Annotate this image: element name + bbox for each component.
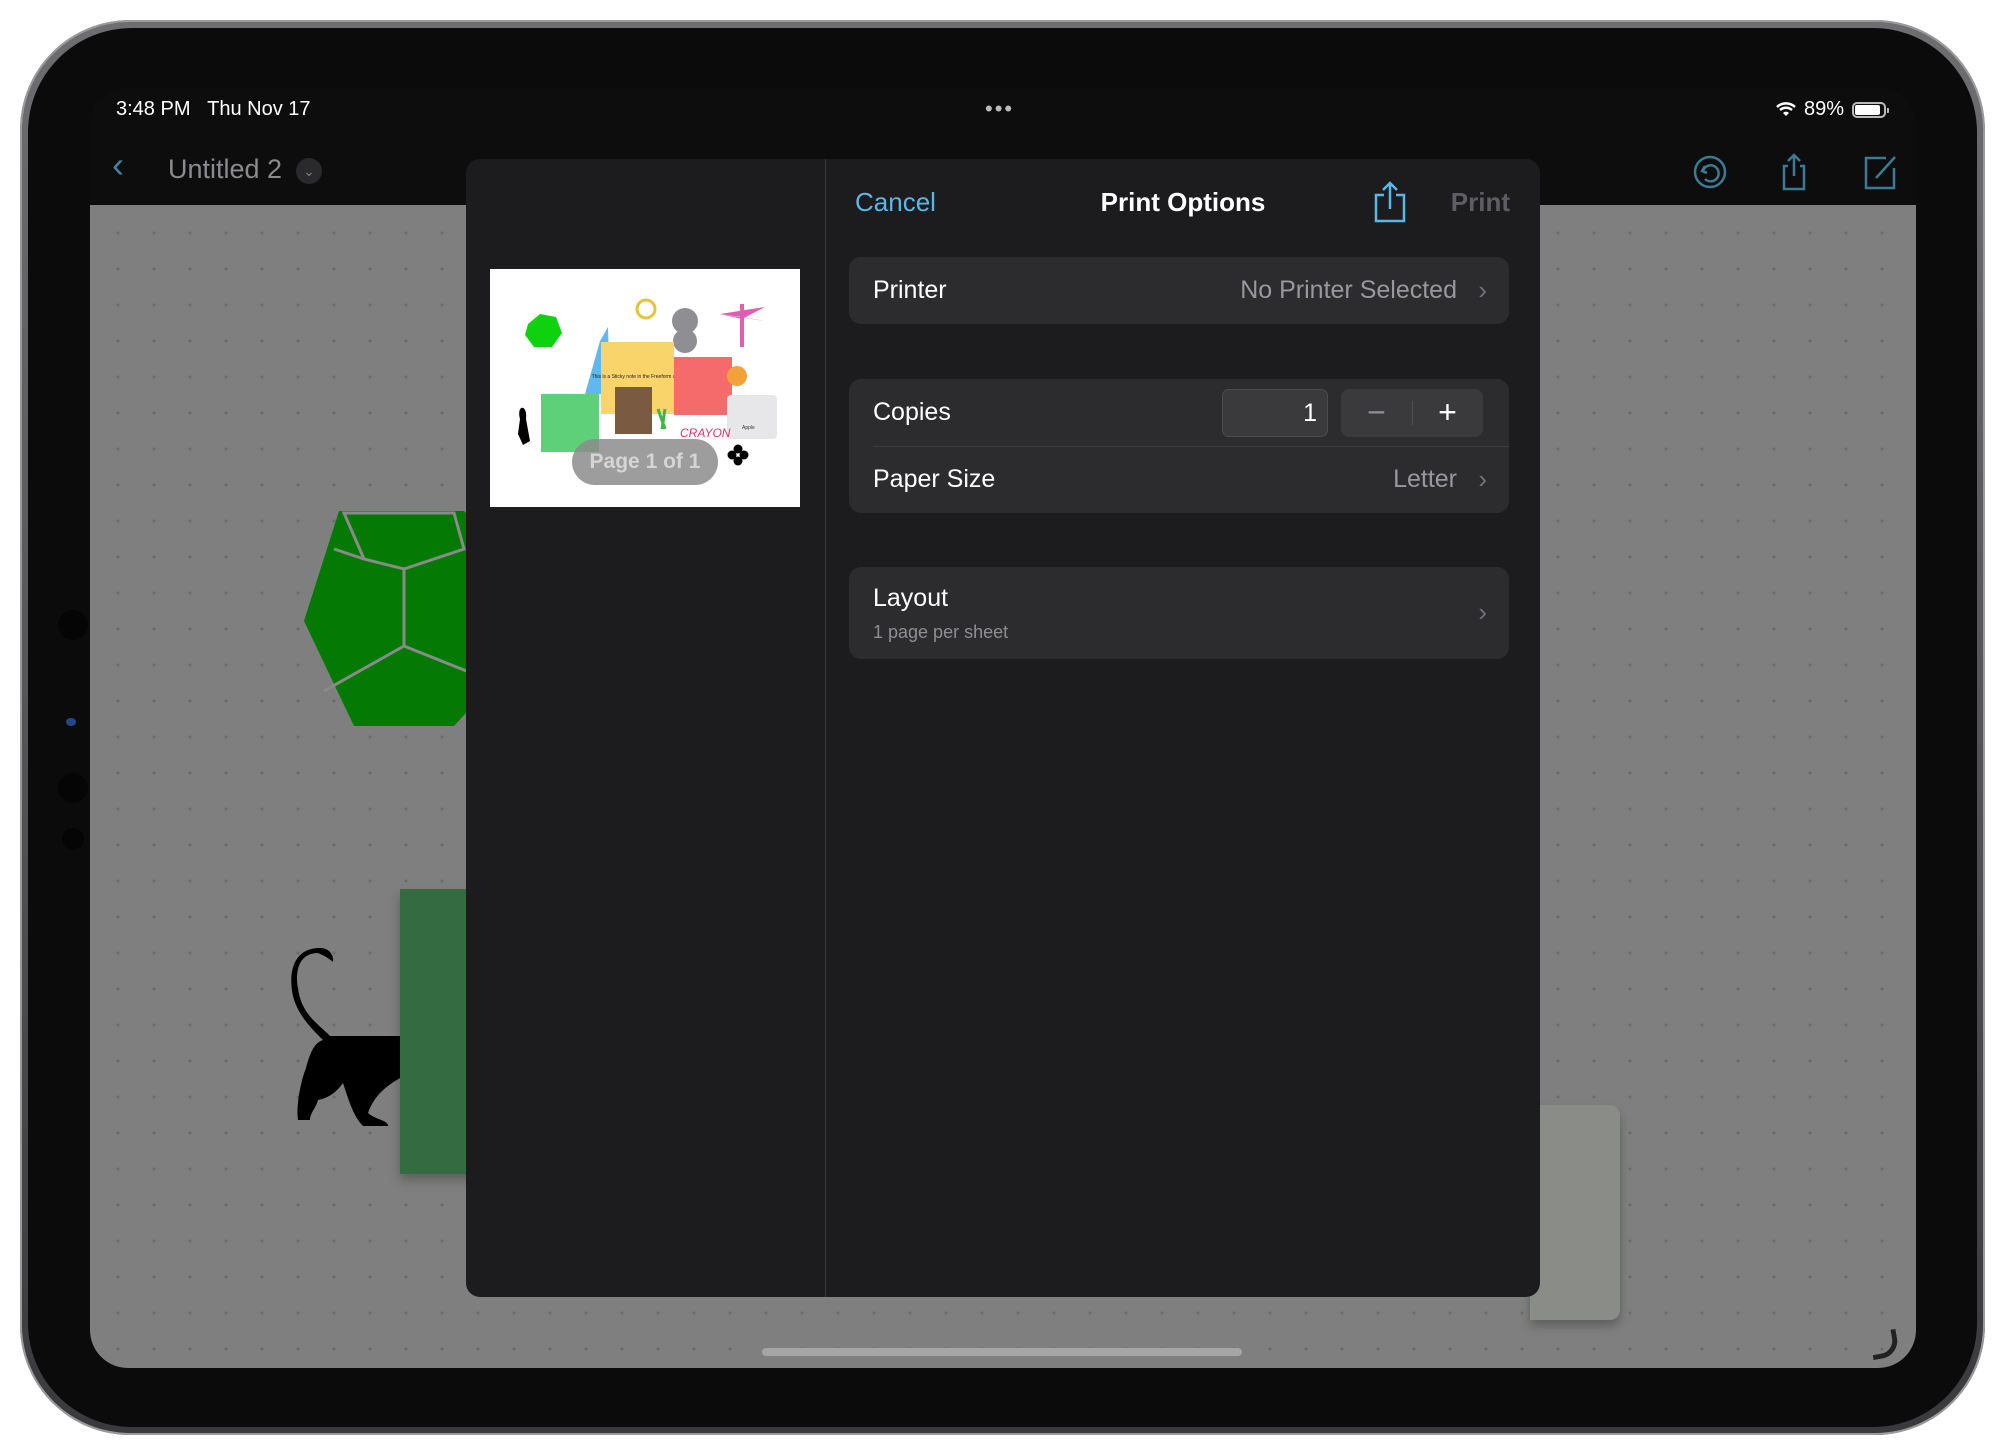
status-right: 89% xyxy=(1776,98,1889,121)
layout-group: Layout 1 page per sheet › xyxy=(849,567,1509,659)
dialog-title: Print Options xyxy=(1100,187,1266,217)
camera-indicator xyxy=(66,718,76,726)
compose-icon[interactable] xyxy=(1860,152,1900,192)
print-options-dialog: This is a Sticky note in the Freeform ap… xyxy=(466,159,1540,1297)
preview-link-title: Apple xyxy=(742,425,755,431)
printer-value: No Printer Selected xyxy=(1240,276,1457,304)
copies-paper-group: Copies 1 − + Paper Size Letter › xyxy=(849,379,1509,513)
home-indicator[interactable] xyxy=(762,1348,1242,1356)
layout-label: Layout xyxy=(873,584,949,612)
document-title[interactable]: Untitled 2 xyxy=(168,154,282,185)
layout-row[interactable]: Layout 1 page per sheet › xyxy=(849,567,1509,659)
copies-label: Copies xyxy=(873,398,951,426)
preview-link-card xyxy=(727,395,777,439)
preview-sticky-text: This is a Sticky note in the Freeform ap… xyxy=(592,374,683,380)
cat-silhouette[interactable] xyxy=(288,948,400,1128)
title-menu-chevron-down-icon[interactable]: ⌄ xyxy=(296,158,322,184)
copies-row: Copies 1 − + xyxy=(849,379,1509,446)
copies-stepper: − + xyxy=(1341,389,1483,437)
print-preview-thumbnail[interactable]: This is a Sticky note in the Freeform ap… xyxy=(490,269,800,507)
paper-size-label: Paper Size xyxy=(873,465,996,493)
increment-button[interactable]: + xyxy=(1412,389,1483,437)
preview-photo xyxy=(615,387,652,434)
preview-red-sticky xyxy=(674,357,732,415)
undo-icon[interactable] xyxy=(1690,152,1730,192)
dialog-divider xyxy=(825,159,826,1297)
battery-percent: 89% xyxy=(1803,98,1844,120)
link-card[interactable] xyxy=(1530,1105,1620,1320)
print-button[interactable]: Print xyxy=(1451,187,1510,218)
chevron-right-icon: › xyxy=(1478,464,1487,494)
printer-label: Printer xyxy=(873,276,947,304)
preview-crayon-text: CRAYON xyxy=(680,426,731,440)
preview-pretzel xyxy=(635,298,657,320)
copies-input[interactable]: 1 xyxy=(1222,389,1328,437)
share-icon[interactable] xyxy=(1372,181,1408,223)
chevron-right-icon: › xyxy=(1478,275,1487,305)
chevron-right-icon: › xyxy=(1478,597,1487,627)
paper-size-row[interactable]: Paper Size Letter › xyxy=(849,446,1509,513)
preview-clover xyxy=(727,444,749,466)
page-count-pill: Page 1 of 1 xyxy=(572,439,718,485)
layout-value: 1 page per sheet xyxy=(873,622,1009,642)
status-bar: 3:48 PM Thu Nov 17 ••• 89% xyxy=(90,88,1916,132)
printer-group: Printer No Printer Selected › xyxy=(849,257,1509,324)
dialog-header: Cancel Print Options Print xyxy=(826,159,1540,245)
battery-icon xyxy=(1852,101,1889,118)
back-chevron-icon[interactable]: ‹ xyxy=(112,147,124,183)
printer-row[interactable]: Printer No Printer Selected › xyxy=(849,257,1509,324)
multitasking-dots[interactable]: ••• xyxy=(985,96,1014,122)
decrement-button[interactable]: − xyxy=(1341,389,1412,437)
camera-lens xyxy=(58,773,88,803)
wifi-icon xyxy=(1776,101,1796,116)
share-icon[interactable] xyxy=(1774,152,1814,192)
paper-size-value: Letter xyxy=(1393,465,1457,493)
camera-sensor xyxy=(58,610,88,640)
preview-dodecahedron xyxy=(525,314,562,347)
ambient-sensor xyxy=(62,828,84,850)
preview-sun xyxy=(727,366,747,386)
status-time: 3:48 PM Thu Nov 17 xyxy=(116,98,311,120)
resize-corner-indicator xyxy=(1868,1328,1901,1361)
preview-cat xyxy=(518,407,530,445)
